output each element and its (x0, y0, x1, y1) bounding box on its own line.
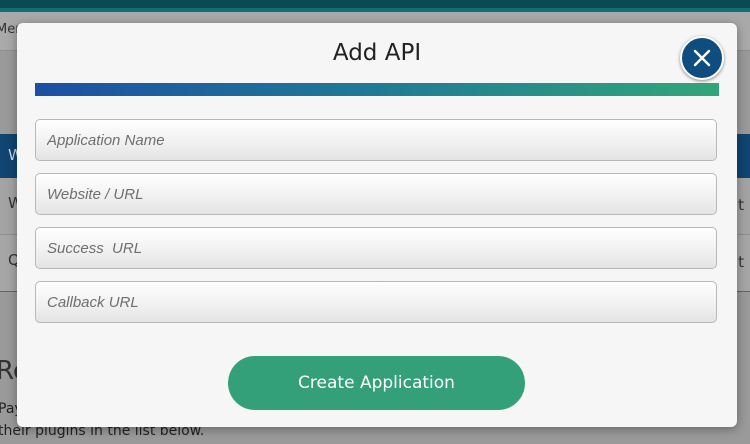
close-modal-button[interactable] (680, 36, 724, 80)
page: Men W W t Q t Re Pay their plugins in th… (0, 0, 750, 444)
background-row-right-text: t (738, 253, 744, 271)
background-row-right-text: t (738, 196, 744, 214)
callback-url-input[interactable] (35, 281, 717, 323)
success-url-input[interactable] (35, 227, 717, 269)
add-api-modal: Add API Create Application (17, 23, 737, 427)
application-name-input[interactable] (35, 119, 717, 161)
title-gradient-divider (35, 83, 719, 96)
modal-title: Add API (332, 40, 422, 66)
create-application-button[interactable]: Create Application (228, 356, 525, 410)
close-icon (693, 49, 711, 67)
website-url-input[interactable] (35, 173, 717, 215)
